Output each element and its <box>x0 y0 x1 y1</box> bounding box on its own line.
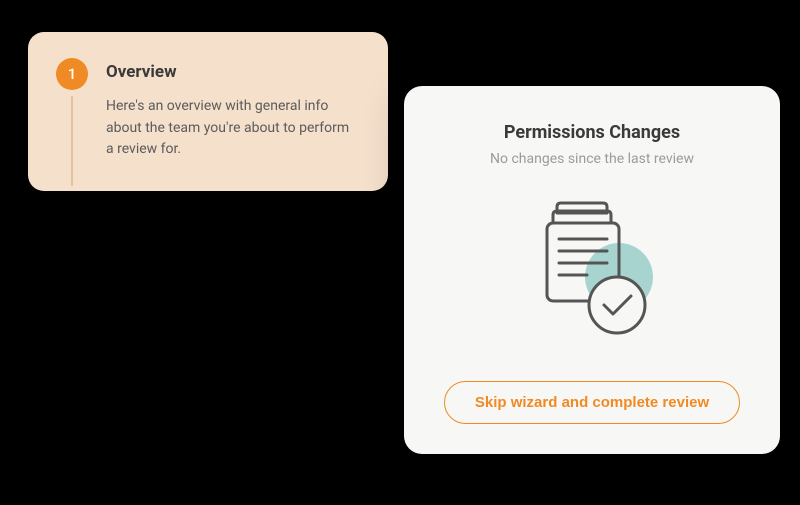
step-connector-line <box>71 96 73 186</box>
permissions-subtitle: No changes since the last review <box>434 151 750 167</box>
step-number: 1 <box>68 65 77 83</box>
overview-title: Overview <box>106 62 360 82</box>
permissions-title: Permissions Changes <box>434 122 750 143</box>
step-number-badge: 1 <box>56 58 88 90</box>
skip-wizard-button[interactable]: Skip wizard and complete review <box>444 381 740 424</box>
overview-content: Overview Here's an overview with general… <box>106 58 360 161</box>
document-check-icon <box>507 195 677 345</box>
overview-header: 1 Overview Here's an overview with gener… <box>56 58 360 161</box>
no-changes-illustration <box>507 195 677 345</box>
permissions-changes-card: Permissions Changes No changes since the… <box>404 86 780 454</box>
overview-card: 1 Overview Here's an overview with gener… <box>28 32 388 191</box>
overview-description: Here's an overview with general info abo… <box>106 96 360 161</box>
